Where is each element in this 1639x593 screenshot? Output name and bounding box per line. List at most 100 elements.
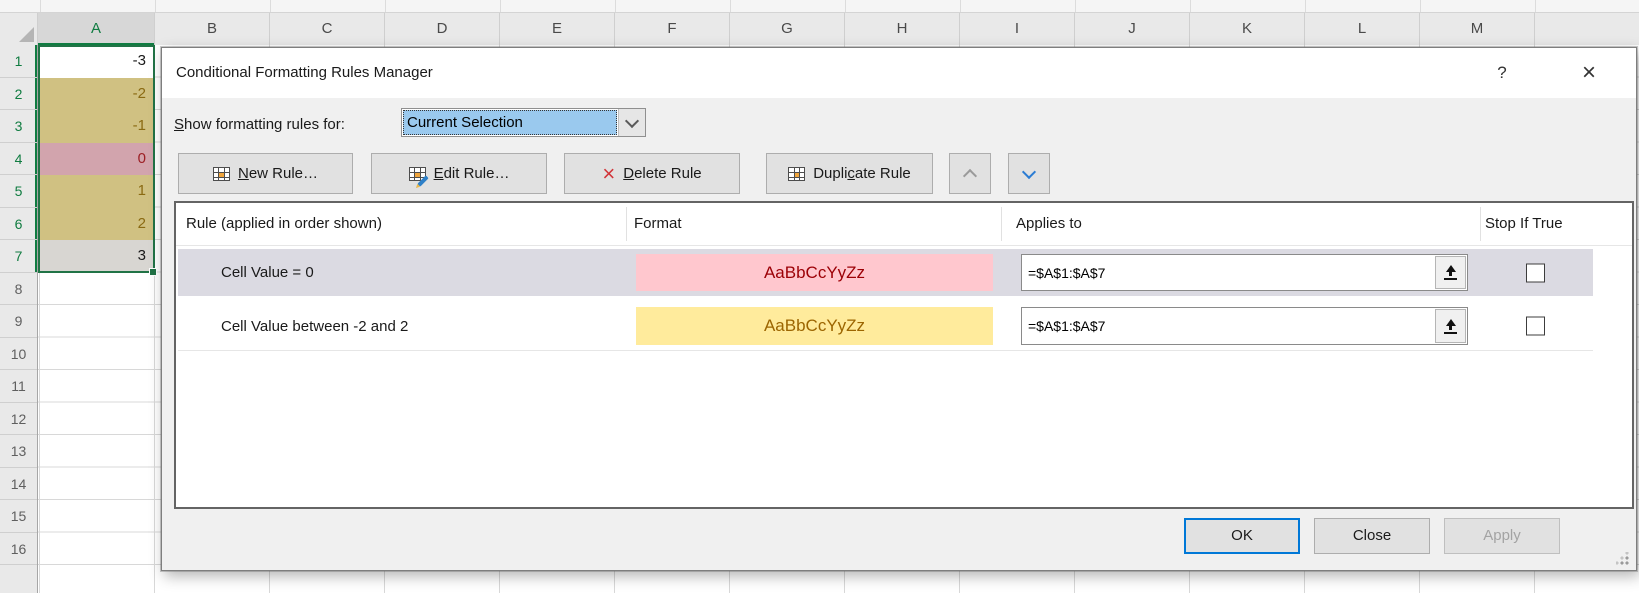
edit-rule-label: Edit Rule… <box>434 165 510 182</box>
column-header-b[interactable]: B <box>155 13 270 45</box>
delete-x-icon: × <box>602 163 615 185</box>
resize-grip[interactable] <box>1616 552 1629 565</box>
cell-a4[interactable]: 0 <box>39 143 154 176</box>
chevron-down-icon <box>625 113 639 127</box>
new-rule-button[interactable]: New Rule… <box>178 153 353 194</box>
column-header-k[interactable]: K <box>1190 13 1305 45</box>
new-rule-table-icon <box>213 167 230 181</box>
chevron-down-icon <box>1022 164 1036 178</box>
new-rule-label: New Rule… <box>238 165 318 182</box>
column-separator <box>626 207 627 241</box>
column-header-g[interactable]: G <box>730 13 845 45</box>
header-stop-if-true: Stop If True <box>1485 203 1563 245</box>
applies-to-input[interactable] <box>1021 307 1468 345</box>
cell-a3[interactable]: -1 <box>39 110 154 143</box>
column-separator <box>1001 207 1002 241</box>
cell-a7[interactable]: 3 <box>39 240 154 273</box>
row-header-14[interactable]: 14 <box>0 468 37 501</box>
dropdown-arrow-button[interactable] <box>618 109 645 136</box>
rules-list-header: Rule (applied in order shown) Format App… <box>176 203 1632 245</box>
stop-if-true-checkbox[interactable] <box>1526 263 1545 282</box>
cell-a6[interactable]: 2 <box>39 208 154 241</box>
row-headers: 1 2 3 4 5 6 7 8 9 10 11 12 13 14 15 16 <box>0 45 38 593</box>
cell-a5[interactable]: 1 <box>39 175 154 208</box>
edit-rule-table-pencil-icon <box>409 167 426 181</box>
row-header-6[interactable]: 6 <box>0 208 37 241</box>
rule-description: Cell Value = 0 <box>221 249 314 296</box>
edit-rule-button[interactable]: Edit Rule… <box>371 153 547 194</box>
row-header-15[interactable]: 15 <box>0 500 37 533</box>
row-header-10[interactable]: 10 <box>0 338 37 371</box>
close-icon[interactable]: × <box>1574 58 1604 88</box>
range-select-arrow-icon <box>1446 265 1456 272</box>
collapse-dialog-button[interactable] <box>1435 256 1466 289</box>
move-rule-down-button[interactable] <box>1008 153 1050 194</box>
column-a-cells: -3 -2 -1 0 1 2 3 <box>39 45 154 273</box>
rules-list: Rule (applied in order shown) Format App… <box>174 201 1634 509</box>
row-header-8[interactable]: 8 <box>0 273 37 306</box>
column-header-c[interactable]: C <box>270 13 385 45</box>
fill-handle[interactable] <box>149 268 157 276</box>
formula-bar-bottom-strip <box>0 0 1639 13</box>
column-header-e[interactable]: E <box>500 13 615 45</box>
column-headers: A B C D E F G H I J K L M <box>0 13 1639 46</box>
row-header-2[interactable]: 2 <box>0 78 37 111</box>
help-button[interactable]: ? <box>1487 58 1517 88</box>
rule-row-2[interactable]: Cell Value between -2 and 2 AaBbCcYyZz <box>178 302 1593 350</box>
chevron-up-icon <box>963 168 977 182</box>
row-header-4[interactable]: 4 <box>0 143 37 176</box>
column-header-h[interactable]: H <box>845 13 960 45</box>
applies-to-field-wrap <box>1021 254 1468 291</box>
collapse-dialog-button[interactable] <box>1435 309 1466 343</box>
row-header-11[interactable]: 11 <box>0 370 37 403</box>
duplicate-rule-label: Duplicate Rule <box>813 165 911 182</box>
row-header-3[interactable]: 3 <box>0 110 37 143</box>
header-rule: Rule (applied in order shown) <box>186 203 382 245</box>
cell-a2[interactable]: -2 <box>39 78 154 111</box>
format-preview: AaBbCcYyZz <box>636 307 993 345</box>
header-divider <box>176 245 1632 246</box>
column-header-l[interactable]: L <box>1305 13 1420 45</box>
column-header-j[interactable]: J <box>1075 13 1190 45</box>
dialog-titlebar[interactable]: Conditional Formatting Rules Manager ? × <box>162 48 1636 98</box>
row-header-16[interactable]: 16 <box>0 533 37 566</box>
column-header-f[interactable]: F <box>615 13 730 45</box>
column-header-d[interactable]: D <box>385 13 500 45</box>
format-preview: AaBbCcYyZz <box>636 254 993 291</box>
column-header-m[interactable]: M <box>1420 13 1535 45</box>
stop-if-true-checkbox[interactable] <box>1526 317 1545 336</box>
cf-rules-manager-dialog: Conditional Formatting Rules Manager ? ×… <box>161 47 1637 571</box>
row-header-12[interactable]: 12 <box>0 403 37 436</box>
row-header-9[interactable]: 9 <box>0 305 37 338</box>
duplicate-rule-table-icon <box>788 167 805 181</box>
apply-button[interactable]: Apply <box>1444 518 1560 554</box>
cell-a1[interactable]: -3 <box>39 45 154 78</box>
show-rules-label: Show formatting rules for: <box>174 110 345 140</box>
dialog-title: Conditional Formatting Rules Manager <box>176 48 433 98</box>
duplicate-rule-button[interactable]: Duplicate Rule <box>766 153 933 194</box>
column-header-a[interactable]: A <box>38 13 155 45</box>
show-rules-selected-value: Current Selection <box>403 110 617 135</box>
ok-button[interactable]: OK <box>1184 518 1300 554</box>
delete-rule-button[interactable]: × Delete Rule <box>564 153 740 194</box>
row-header-13[interactable]: 13 <box>0 435 37 468</box>
rule-row-1[interactable]: Cell Value = 0 AaBbCcYyZz <box>178 249 1593 296</box>
close-button[interactable]: Close <box>1314 518 1430 554</box>
applies-to-input[interactable] <box>1021 254 1468 291</box>
row-header-5[interactable]: 5 <box>0 175 37 208</box>
column-header-i[interactable]: I <box>960 13 1075 45</box>
applies-to-field-wrap <box>1021 307 1468 345</box>
header-format: Format <box>634 203 682 245</box>
rule-description: Cell Value between -2 and 2 <box>221 302 408 350</box>
move-rule-up-button[interactable] <box>949 153 991 194</box>
range-select-arrow-icon <box>1446 319 1456 326</box>
row-divider <box>178 350 1593 351</box>
show-rules-dropdown[interactable]: Current Selection <box>401 108 646 137</box>
column-separator <box>1480 207 1481 241</box>
select-all-triangle-icon <box>19 27 34 42</box>
header-applies-to: Applies to <box>1016 203 1082 245</box>
delete-rule-label: Delete Rule <box>623 165 701 182</box>
row-header-1[interactable]: 1 <box>0 45 37 78</box>
row-header-7[interactable]: 7 <box>0 240 37 273</box>
select-all-corner[interactable] <box>0 13 38 45</box>
